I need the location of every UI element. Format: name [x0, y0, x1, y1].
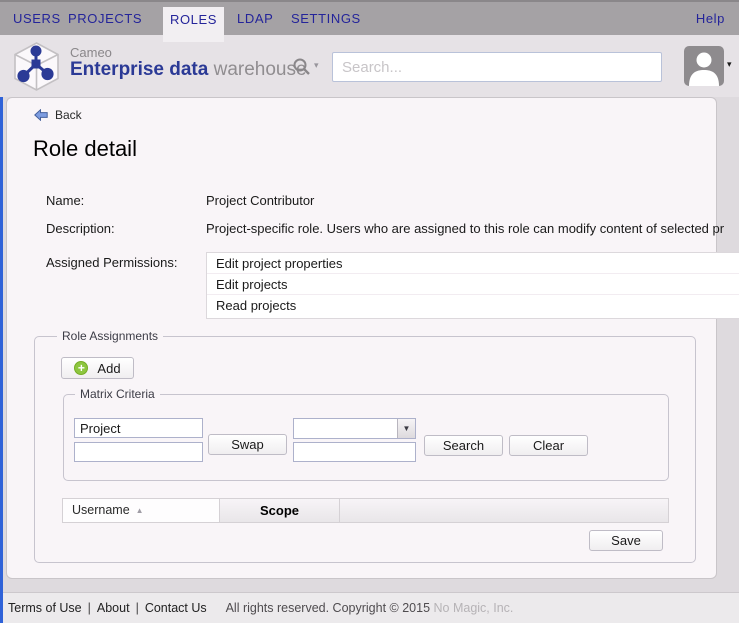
nav-item-projects[interactable]: PROJECTS [68, 2, 142, 35]
top-navbar: USERS PROJECTS ROLES LDAP SETTINGS Help [0, 0, 739, 35]
matrix-criteria-legend: Matrix Criteria [75, 387, 160, 401]
column-header-scope[interactable]: Scope [220, 499, 340, 522]
save-button[interactable]: Save [589, 530, 663, 551]
logo-text: Cameo Enterprise data warehouse [70, 46, 307, 80]
search-options-chevron-icon[interactable]: ▾ [314, 60, 319, 71]
matrix-row-filter-input[interactable] [74, 442, 203, 462]
nav-item-help[interactable]: Help [696, 2, 725, 35]
select-chevron-down-icon: ▼ [397, 419, 415, 438]
user-menu-caret-icon[interactable]: ▾ [727, 59, 732, 70]
matrix-column-filter-input[interactable] [293, 442, 416, 462]
permission-item: Edit project properties [207, 253, 739, 274]
username-column-label: Username [72, 503, 130, 517]
nav-item-users[interactable]: USERS [13, 2, 61, 35]
assignments-table-header: Username ▲ Scope [62, 498, 669, 523]
window-edge-accent [0, 97, 3, 623]
plus-circle-icon: + [74, 361, 88, 375]
column-header-username[interactable]: Username ▲ [63, 499, 220, 522]
copyright-label: All rights reserved. Copyright © 2015 [226, 601, 430, 615]
nav-item-ldap[interactable]: LDAP [237, 2, 273, 35]
person-silhouette-icon [684, 46, 724, 86]
cameo-logo-icon [12, 42, 61, 91]
app-header: Cameo Enterprise data warehouse ▾ ▾ [0, 35, 739, 97]
nav-item-settings[interactable]: SETTINGS [291, 2, 361, 35]
back-label: Back [55, 108, 82, 122]
name-label: Name: [46, 193, 84, 208]
nav-item-roles[interactable]: ROLES [163, 7, 224, 42]
back-button[interactable]: Back [34, 108, 82, 122]
permission-item: Read projects [207, 295, 739, 316]
company-name: No Magic, Inc. [430, 601, 513, 615]
description-label: Description: [46, 221, 115, 236]
description-value: Project-specific role. Users who are ass… [206, 221, 739, 236]
copyright-text: All rights reserved. Copyright © 2015 No… [0, 593, 739, 623]
page-title: Role detail [33, 136, 137, 162]
back-arrow-icon [34, 109, 48, 121]
name-value: Project Contributor [206, 193, 314, 208]
column-header-empty [340, 499, 668, 522]
permission-item: Edit projects [207, 274, 739, 295]
footer: Terms of Use|About|Contact Us All rights… [0, 592, 739, 623]
add-button[interactable]: + Add [61, 357, 134, 379]
search-icon[interactable] [292, 57, 311, 76]
assigned-permissions-label: Assigned Permissions: [46, 255, 178, 270]
content-panel: Back Role detail Name: Project Contribut… [6, 97, 717, 579]
assigned-permissions-list: Edit project properties Edit projects Re… [206, 252, 739, 319]
logo-product-bold: Enterprise data [70, 59, 208, 80]
user-avatar[interactable] [684, 46, 724, 86]
search-input[interactable] [332, 52, 662, 82]
add-label: Add [97, 361, 120, 376]
role-assignments-legend: Role Assignments [57, 329, 163, 343]
logo-brand: Cameo [70, 46, 307, 60]
matrix-column-select[interactable]: ▼ [293, 418, 416, 439]
matrix-row-input[interactable] [74, 418, 203, 438]
sort-ascending-icon: ▲ [136, 506, 144, 515]
search-button[interactable]: Search [424, 435, 503, 456]
swap-button[interactable]: Swap [208, 434, 287, 455]
clear-button[interactable]: Clear [509, 435, 588, 456]
